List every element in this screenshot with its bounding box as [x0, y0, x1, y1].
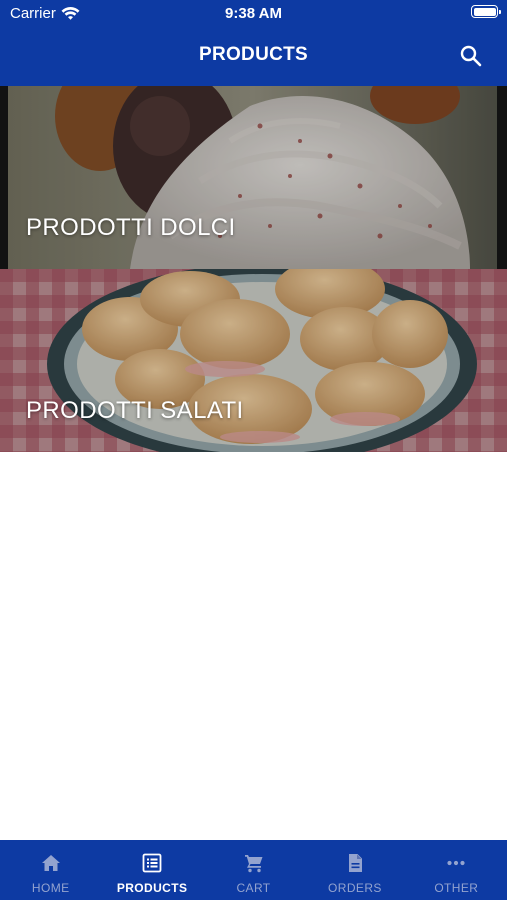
tab-bar: HOME PRODUCTS CART ORDERS OTHER [0, 840, 507, 900]
page-title: PRODUCTS [198, 44, 308, 65]
search-icon [460, 45, 482, 67]
tab-cart[interactable]: CART [203, 840, 304, 900]
tab-label: CART [236, 881, 271, 895]
tab-label: OTHER [434, 881, 479, 895]
tab-home[interactable]: HOME [0, 840, 101, 900]
tab-label: PRODUCTS [116, 881, 188, 895]
tab-label: ORDERS [328, 881, 382, 895]
list-icon [142, 853, 162, 873]
clock: 9:38 AM [225, 5, 282, 22]
tab-label: HOME [31, 881, 70, 895]
document-icon [348, 854, 362, 872]
battery-indicator [471, 5, 501, 18]
status-bar: Carrier 9:38 AM [0, 0, 507, 28]
cart-icon [244, 855, 263, 873]
battery-icon [471, 5, 501, 18]
top-bar: Carrier 9:38 AM PRODUCTS [0, 0, 507, 86]
category-label: PRODOTTI SALATI [26, 397, 244, 424]
tab-orders[interactable]: ORDERS [304, 840, 405, 900]
category-label: PRODOTTI DOLCI [26, 214, 236, 241]
tab-products[interactable]: PRODUCTS [101, 840, 202, 900]
category-card-salati[interactable]: PRODOTTI SALATI [0, 269, 507, 452]
tab-other[interactable]: OTHER [406, 840, 507, 900]
home-icon [41, 855, 60, 871]
category-card-dolci[interactable]: PRODOTTI DOLCI [0, 86, 507, 269]
more-icon [447, 860, 465, 866]
search-button[interactable] [459, 44, 483, 68]
